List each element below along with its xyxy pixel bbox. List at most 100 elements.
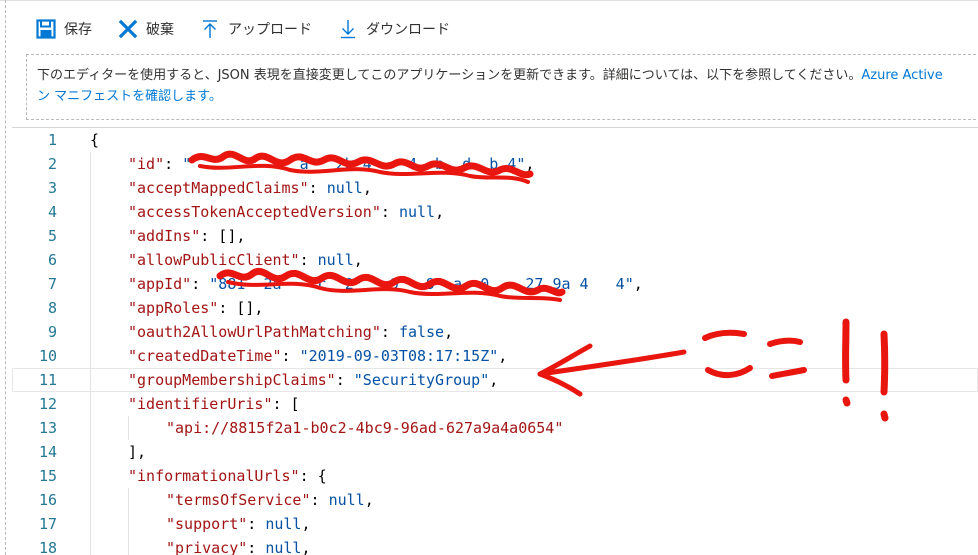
json-value-token: " a 2b 4 4 b d b 4" <box>182 155 526 173</box>
save-button[interactable]: 保存 <box>36 14 92 44</box>
line-number: 3 <box>47 179 57 197</box>
indent-guide <box>90 320 91 344</box>
json-value-token: false <box>398 323 445 341</box>
line-number: 7 <box>47 275 57 293</box>
line-number: 15 <box>38 467 57 485</box>
code-content: "acceptMappedClaims": null, <box>128 176 372 200</box>
code-line[interactable]: 18 "privacy": null, <box>12 536 978 555</box>
download-icon <box>338 19 358 39</box>
line-number: 13 <box>38 419 57 437</box>
code-line[interactable]: 12 "identifierUris": [ <box>12 392 978 416</box>
manifest-doc-link-continued[interactable]: ン マニフェストを確認します。 <box>37 89 222 104</box>
code-line[interactable]: 17 "support": null, <box>12 512 978 536</box>
banner-line-2: ン マニフェストを確認します。 <box>37 86 978 107</box>
indent-guide <box>90 416 91 440</box>
line-number: 12 <box>38 395 57 413</box>
code-content: { <box>90 128 99 152</box>
code-content: "createdDateTime": "2019-09-03T08:17:15Z… <box>128 344 507 368</box>
code-content: "appId": "881 2a c 2 9 9 a 0 27 9a 4 4", <box>128 272 643 296</box>
indent-guide <box>90 464 91 488</box>
json-value-token: null <box>265 515 302 533</box>
json-key-token: "api://8815f2a1-b0c2-4bc9-96ad-627a9a4a0… <box>166 419 564 437</box>
manifest-doc-link[interactable]: Azure Active <box>861 68 942 83</box>
json-editor[interactable]: 1{ 2 "id": " a 2b 4 4 b d b 4", 3 "acceptMap… <box>12 127 978 555</box>
code-content: "groupMembershipClaims": "SecurityGroup"… <box>128 368 498 392</box>
json-key-token: "appId" <box>128 275 192 293</box>
code-line[interactable]: 9 "oauth2AllowUrlPathMatching": false, <box>12 320 978 344</box>
json-punctuation-token: : { <box>299 467 327 485</box>
code-line[interactable]: 13 "api://8815f2a1-b0c2-4bc9-96ad-627a9a4… <box>12 416 978 440</box>
code-content: "termsOfService": null, <box>166 488 374 512</box>
json-punctuation-token: : <box>380 323 399 341</box>
code-line[interactable]: 10 "createdDateTime": "2019-09-03T08:17:1… <box>12 344 978 368</box>
json-punctuation-token: : <box>191 275 210 293</box>
code-content: "api://8815f2a1-b0c2-4bc9-96ad-627a9a4a0… <box>166 416 563 440</box>
code-line[interactable]: 3 "acceptMappedClaims": null, <box>12 176 978 200</box>
code-content: "id": " a 2b 4 4 b d b 4", <box>128 152 534 176</box>
json-punctuation-token: , <box>301 539 311 555</box>
line-number: 6 <box>47 251 57 269</box>
code-content: "addIns": [], <box>128 224 245 248</box>
json-punctuation-token: , <box>435 203 445 221</box>
code-content: "allowPublicClient": null, <box>128 248 363 272</box>
code-line[interactable]: 5 "addIns": [], <box>12 224 978 248</box>
code-line[interactable]: 14], <box>12 440 978 464</box>
code-line[interactable]: 2 "id": " a 2b 4 4 b d b 4", <box>12 152 978 176</box>
code-line[interactable]: 8 "appRoles": [], <box>12 296 978 320</box>
line-number: 16 <box>38 491 57 509</box>
upload-button[interactable]: アップロード <box>200 14 312 44</box>
code-line[interactable]: 7 "appId": "881 2a c 2 9 9 a 0 27 9a 4 4"… <box>12 272 978 296</box>
download-button[interactable]: ダウンロード <box>338 14 450 44</box>
code-line[interactable]: 6 "allowPublicClient": null, <box>12 248 978 272</box>
json-punctuation-token: : <box>281 347 300 365</box>
json-punctuation-token: : [ <box>272 395 300 413</box>
code-content: "oauth2AllowUrlPathMatching": false, <box>128 320 453 344</box>
json-punctuation-token: : <box>247 539 266 555</box>
indent-guide <box>90 296 91 320</box>
indent-guide <box>128 416 129 440</box>
indent-guide <box>90 392 91 416</box>
json-key-token: "allowPublicClient" <box>128 251 300 269</box>
indent-guide <box>90 200 91 224</box>
code-line[interactable]: 1{ <box>12 128 978 152</box>
json-punctuation-token: , <box>498 347 508 365</box>
code-content: "accessTokenAcceptedVersion": null, <box>128 200 444 224</box>
json-punctuation-token: , <box>633 275 643 293</box>
code-line[interactable]: 11 "groupMembershipClaims": "SecurityGrou… <box>12 368 978 392</box>
json-key-token: "appRoles" <box>128 299 219 317</box>
discard-button[interactable]: 破棄 <box>118 14 174 44</box>
indent-guide <box>90 344 91 368</box>
json-value-token: "2019-09-03T08:17:15Z" <box>299 347 499 365</box>
json-value-token: null <box>328 491 365 509</box>
line-number: 4 <box>47 203 57 221</box>
line-number: 18 <box>38 539 57 555</box>
upload-icon <box>200 19 220 39</box>
code-line[interactable]: 16 "termsOfService": null, <box>12 488 978 512</box>
code-line[interactable]: 15 "informationalUrls": { <box>12 464 978 488</box>
json-punctuation-token: , <box>362 179 372 197</box>
left-frame-line <box>5 0 6 555</box>
json-punctuation-token: : <box>335 371 354 389</box>
indent-guide <box>128 488 129 512</box>
line-number: 5 <box>47 227 57 245</box>
json-key-token: "createdDateTime" <box>128 347 282 365</box>
code-line[interactable]: 4 "accessTokenAcceptedVersion": null, <box>12 200 978 224</box>
code-content: "appRoles": [], <box>128 296 263 320</box>
manifest-editor-page: 保存 破棄 アップロード ダウンロード 下のエディターを使用すると、JSON 表… <box>0 0 978 555</box>
json-value-token: "SecurityGroup" <box>353 371 490 389</box>
download-button-label: ダウンロード <box>366 22 450 38</box>
indent-guide <box>90 368 91 392</box>
json-punctuation-token: : <box>308 179 327 197</box>
json-key-token: "accessTokenAcceptedVersion" <box>128 203 381 221</box>
indent-guide <box>90 440 91 464</box>
line-number: 2 <box>47 155 57 173</box>
toolbar: 保存 破棄 アップロード ダウンロード <box>36 14 476 44</box>
top-divider <box>0 0 978 1</box>
banner-text: 下のエディターを使用すると、JSON 表現を直接変更してこのアプリケーションを更… <box>37 68 862 83</box>
line-number: 17 <box>38 515 57 533</box>
json-punctuation-token: : [], <box>200 227 246 245</box>
json-value-token: null <box>265 539 302 555</box>
json-punctuation-token: : <box>299 251 318 269</box>
json-punctuation-token: { <box>90 131 100 149</box>
info-banner: 下のエディターを使用すると、JSON 表現を直接変更してこのアプリケーションを更… <box>26 54 978 120</box>
